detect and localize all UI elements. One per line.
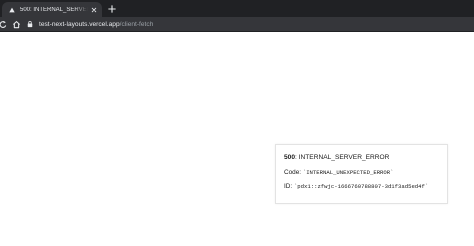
error-id-line: ID: `pdx1::zfwjc-1666760788807-3d1f3ad5e… (284, 183, 439, 191)
browser-toolbar: test-next-layouts.vercel.app/client-fetc… (0, 17, 474, 32)
url-host: test-next-layouts.vercel.app (39, 20, 120, 28)
home-icon[interactable] (10, 18, 22, 30)
vercel-triangle-icon (8, 6, 15, 13)
plus-icon[interactable] (106, 3, 117, 14)
address-bar[interactable]: test-next-layouts.vercel.app/client-fetc… (26, 18, 153, 30)
code-label: Code: (284, 169, 303, 176)
error-code-line: Code: `INTERNAL_UNEXPECTED_ERROR` (284, 169, 439, 177)
browser-tab[interactable]: 500: INTERNAL_SERVER_ERROR (2, 2, 102, 17)
error-id: `pdx1::zfwjc-1666760788807-3d1f3ad5ed4f` (293, 183, 429, 190)
status-text: INTERNAL_SERVER_ERROR (298, 154, 390, 161)
close-icon[interactable] (90, 6, 98, 14)
page-viewport (0, 32, 474, 246)
error-card: 500: INTERNAL_SERVER_ERROR Code: `INTERN… (275, 144, 448, 204)
status-code: 500 (284, 154, 296, 161)
url-path: /client-fetch (119, 20, 154, 28)
id-label: ID: (284, 183, 294, 190)
lock-icon[interactable] (26, 19, 34, 29)
error-heading: 500: INTERNAL_SERVER_ERROR (284, 153, 439, 162)
reload-icon[interactable] (0, 18, 7, 30)
tab-strip: 500: INTERNAL_SERVER_ERROR (0, 0, 474, 17)
error-code: `INTERNAL_UNEXPECTED_ERROR` (302, 169, 394, 176)
tab-title: 500: INTERNAL_SERVER_ERROR (20, 6, 88, 13)
